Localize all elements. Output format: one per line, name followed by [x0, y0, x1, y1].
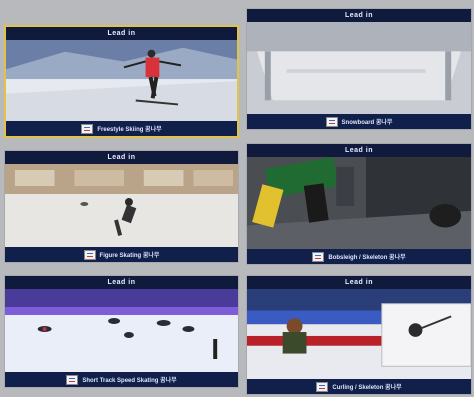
video-tile-snowboard[interactable]: Lead in Snowboard 꿈나무 — [246, 8, 472, 130]
broadcaster-logo-icon — [312, 251, 325, 262]
tile-caption-bar: Figure Skating 꿈나무 — [5, 247, 238, 262]
broadcaster-logo-icon — [66, 374, 79, 385]
video-tile-bobsleigh[interactable]: Lead in Bobsleigh / Skeleton 꿈나무 — [246, 143, 472, 265]
video-tile-curling[interactable]: Lead in Curling / Skeleton 꿈나무 — [246, 275, 472, 395]
tile-header: Lead in — [6, 27, 237, 40]
tile-caption: Bobsleigh / Skeleton 꿈나무 — [328, 255, 406, 261]
video-frame — [247, 289, 471, 379]
tile-caption-bar: Snowboard 꿈나무 — [247, 114, 471, 129]
tile-header: Lead in — [5, 151, 238, 164]
video-frame — [6, 40, 237, 121]
tile-caption-bar: Short Track Speed Skating 꿈나무 — [5, 372, 238, 387]
video-frame — [5, 164, 238, 247]
tile-header: Lead in — [5, 276, 238, 289]
tile-header: Lead in — [247, 144, 471, 157]
broadcaster-logo-icon — [83, 249, 96, 260]
video-tile-short-track[interactable]: Lead in Short Track Speed Skating 꿈나무 — [4, 275, 239, 388]
video-tile-freestyle-skiing[interactable]: Lead in Freestyle Skiing 꿈나무 — [4, 25, 239, 138]
video-frame — [247, 157, 471, 249]
broadcaster-logo-icon — [316, 381, 329, 392]
tile-header: Lead in — [247, 9, 471, 22]
picture-in-picture-inset — [381, 303, 471, 367]
broadcaster-logo-icon — [325, 116, 338, 127]
tile-caption-bar: Bobsleigh / Skeleton 꿈나무 — [247, 249, 471, 264]
tile-caption: Freestyle Skiing 꿈나무 — [97, 127, 162, 133]
video-tile-figure-skating[interactable]: Lead in Figure Skating 꿈나무 — [4, 150, 239, 263]
tile-caption: Snowboard 꿈나무 — [341, 120, 393, 126]
tile-caption-bar: Curling / Skeleton 꿈나무 — [247, 379, 471, 394]
tile-caption: Short Track Speed Skating 꿈나무 — [82, 378, 177, 384]
video-frame — [5, 289, 238, 372]
tile-caption: Curling / Skeleton 꿈나무 — [332, 385, 402, 391]
tile-caption-bar: Freestyle Skiing 꿈나무 — [6, 121, 237, 136]
tile-caption: Figure Skating 꿈나무 — [99, 253, 160, 259]
video-frame — [247, 22, 471, 114]
broadcaster-logo-icon — [81, 123, 94, 134]
tile-header: Lead in — [247, 276, 471, 289]
